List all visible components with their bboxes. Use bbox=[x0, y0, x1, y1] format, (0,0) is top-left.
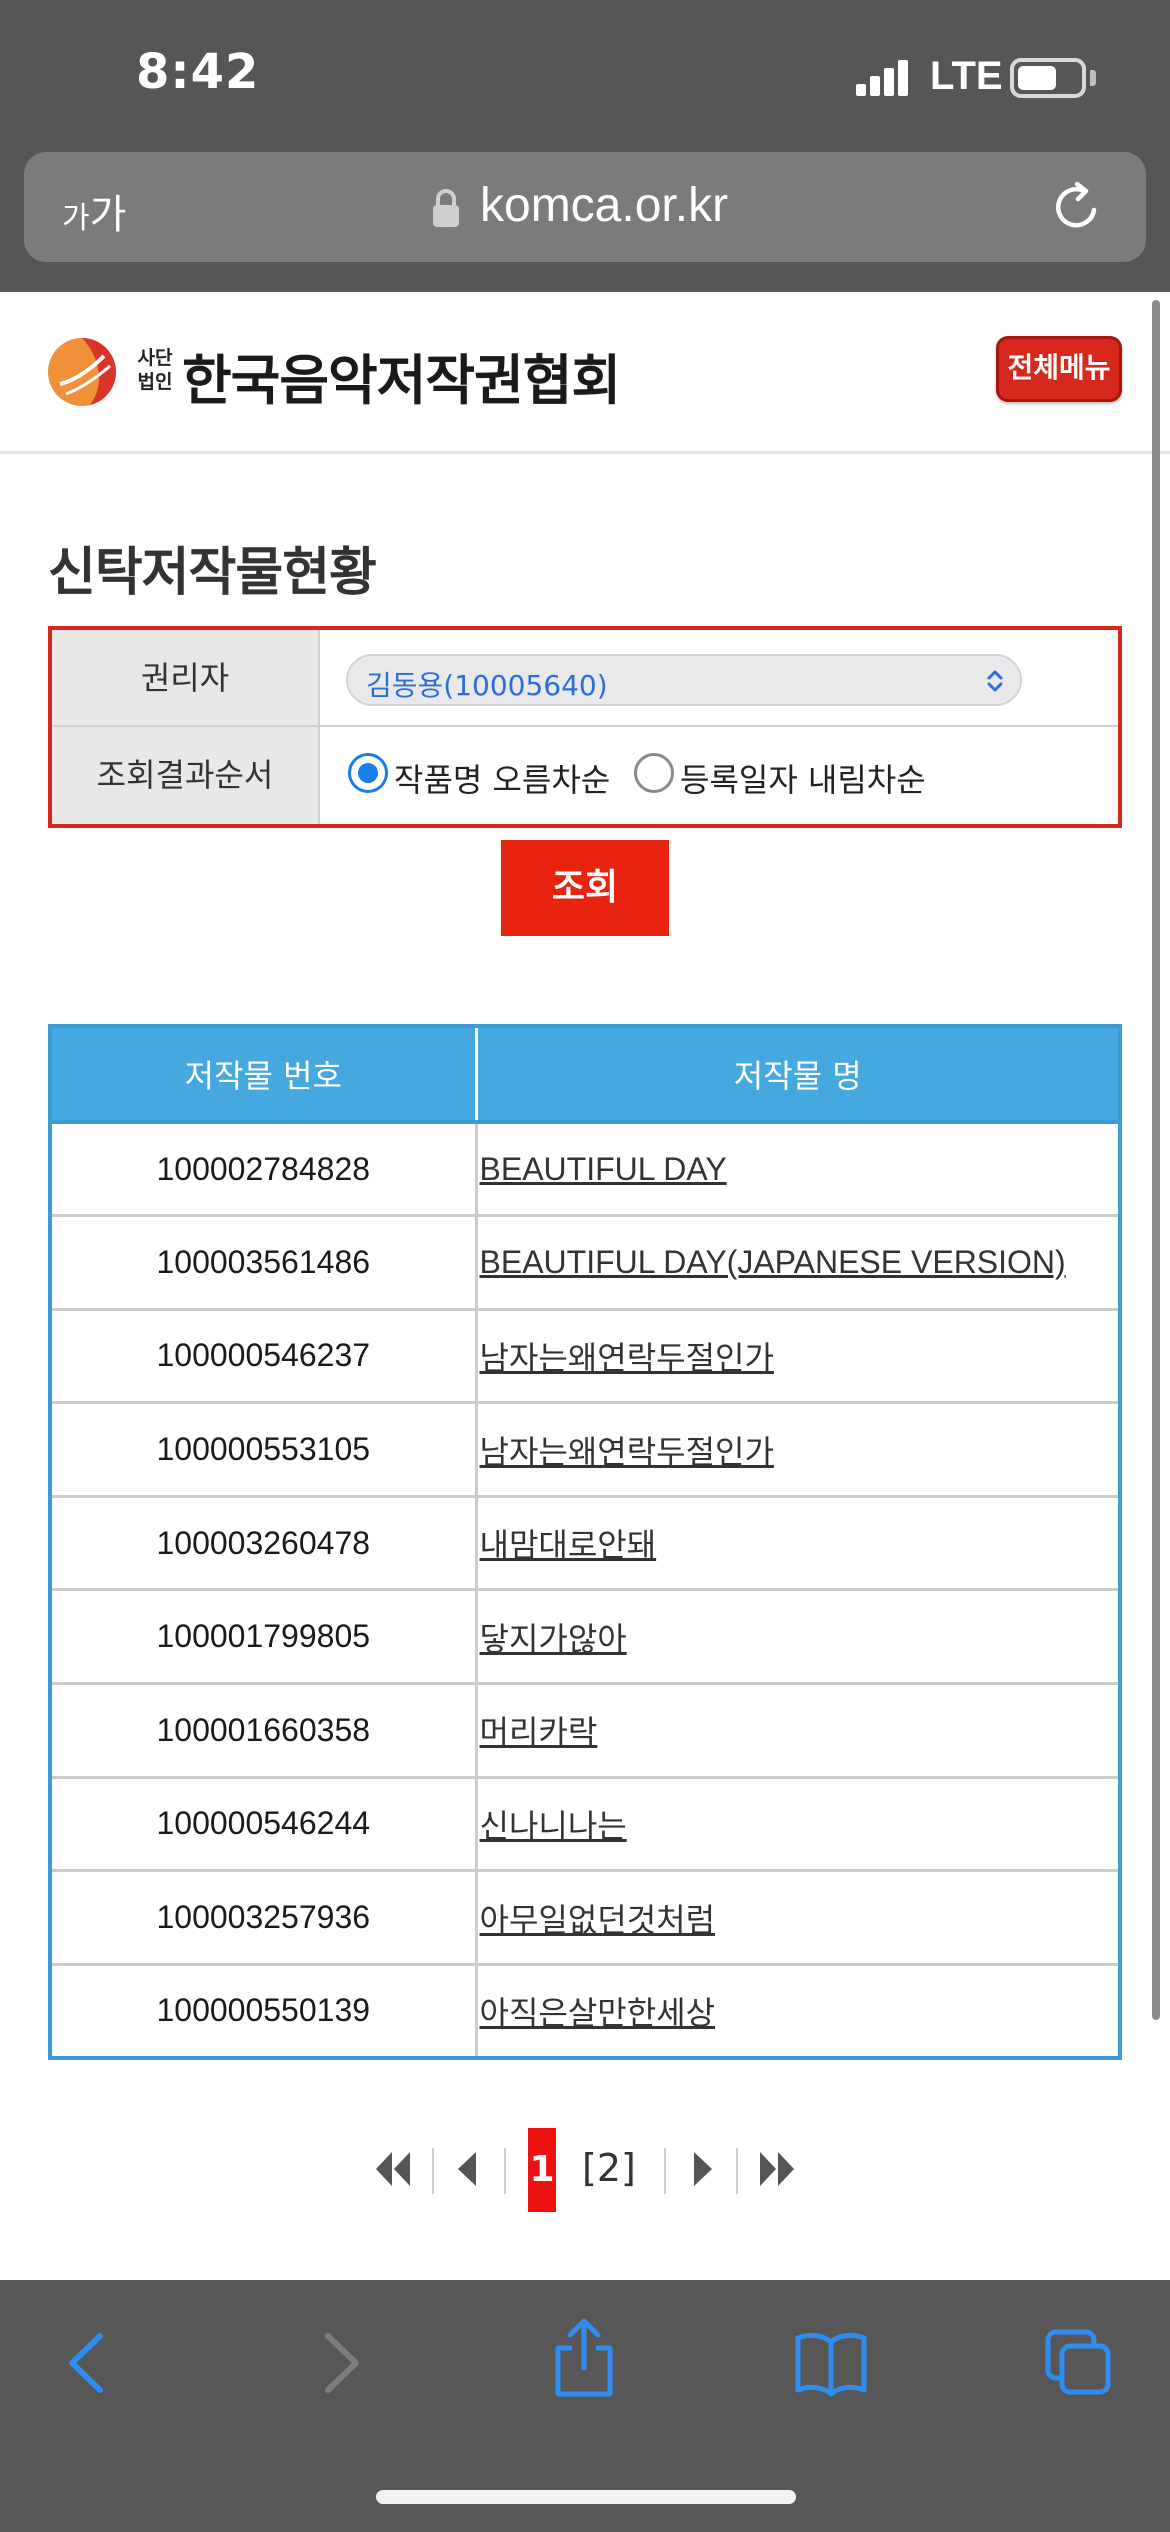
logo-sub-text: 사단 법인 bbox=[132, 346, 178, 394]
tabs-icon[interactable] bbox=[1044, 2328, 1114, 2398]
browser-top-chrome: 8:42 LTE 가가 komca.or.kr bbox=[0, 0, 1170, 292]
text-size-small: 가 bbox=[62, 201, 90, 236]
network-label: LTE bbox=[930, 54, 1003, 98]
work-number: 100002784828 bbox=[50, 1120, 478, 1216]
text-size-button[interactable]: 가가 bbox=[62, 182, 126, 240]
page-current[interactable]: 1 bbox=[528, 2128, 556, 2212]
work-number: 100001799805 bbox=[50, 1588, 478, 1684]
first-page-icon[interactable] bbox=[372, 2144, 412, 2194]
work-title-link[interactable]: 신나니나는 bbox=[480, 1808, 627, 1844]
work-title-cell: 아직은살만한세상 bbox=[476, 1962, 1120, 2058]
work-title-link[interactable]: 내맘대로안돼 bbox=[480, 1527, 657, 1563]
page-link-2[interactable]: [2] bbox=[582, 2146, 636, 2190]
table-row: 100001660358 머리카락 bbox=[50, 1682, 1120, 1778]
signal-icon bbox=[856, 60, 910, 96]
logo-name[interactable]: 한국음악저작권협회 bbox=[182, 336, 621, 415]
next-page-icon[interactable] bbox=[690, 2144, 716, 2194]
work-number: 100000553105 bbox=[50, 1401, 478, 1497]
order-option-title-asc[interactable]: 작품명 오름차순 bbox=[394, 755, 610, 801]
header-work-number: 저작물 번호 bbox=[50, 1026, 476, 1124]
back-icon[interactable] bbox=[62, 2328, 112, 2398]
site-header: 사단 법인 한국음악저작권협회 전체메뉴 bbox=[0, 292, 1170, 454]
order-radio-title-asc[interactable] bbox=[348, 753, 388, 793]
text-size-large: 가 bbox=[89, 192, 127, 238]
work-title-link[interactable]: 남자는왜연락두절인가 bbox=[480, 1340, 774, 1376]
battery-icon bbox=[1010, 58, 1086, 98]
holder-label: 권리자 bbox=[52, 630, 320, 725]
order-row: 조회결과순서 작품명 오름차순 등록일자 내림차순 bbox=[52, 727, 1118, 824]
holder-row: 권리자 김동용(10005640) bbox=[52, 630, 1118, 727]
holder-select[interactable]: 김동용(10005640) bbox=[346, 654, 1022, 706]
pager-separator bbox=[432, 2148, 434, 2194]
table-row: 100003561486 BEAUTIFUL DAY(JAPANESE VERS… bbox=[50, 1214, 1120, 1310]
work-title-link[interactable]: 닿지가않아 bbox=[480, 1621, 627, 1657]
komca-logo-icon[interactable] bbox=[46, 336, 118, 408]
status-time: 8:42 bbox=[136, 44, 260, 100]
work-title-cell: 닿지가않아 bbox=[476, 1588, 1120, 1684]
battery-tip bbox=[1090, 70, 1096, 86]
work-title-cell: BEAUTIFUL DAY(JAPANESE VERSION) bbox=[476, 1214, 1120, 1310]
work-number: 100003257936 bbox=[50, 1869, 478, 1965]
forward-icon[interactable] bbox=[316, 2328, 366, 2398]
results-table: 저작물 번호 저작물 명 100002784828 BEAUTIFUL DAY … bbox=[48, 1024, 1122, 2060]
order-label: 조회결과순서 bbox=[52, 727, 320, 824]
work-title-cell: BEAUTIFUL DAY bbox=[476, 1120, 1120, 1216]
work-title-cell: 아무일없던것처럼 bbox=[476, 1869, 1120, 1965]
order-option-date-desc[interactable]: 등록일자 내림차순 bbox=[680, 755, 926, 801]
work-title-link[interactable]: 남자는왜연락두절인가 bbox=[480, 1434, 774, 1470]
query-button[interactable]: 조회 bbox=[501, 840, 669, 936]
work-number: 100000550139 bbox=[50, 1962, 478, 2058]
reload-icon[interactable] bbox=[1050, 180, 1104, 234]
table-row: 100000546244 신나니나는 bbox=[50, 1775, 1120, 1871]
scroll-indicator bbox=[1152, 300, 1160, 2020]
work-number: 100003561486 bbox=[50, 1214, 478, 1310]
table-row: 100003257936 아무일없던것처럼 bbox=[50, 1869, 1120, 1965]
address-bar[interactable]: 가가 komca.or.kr bbox=[24, 152, 1146, 262]
lock-icon bbox=[433, 189, 459, 227]
work-title-link[interactable]: 아무일없던것처럼 bbox=[480, 1902, 716, 1938]
pager-separator bbox=[664, 2148, 666, 2194]
search-form: 권리자 김동용(10005640) 조회결과순서 작품명 오름차순 등록일자 내… bbox=[48, 626, 1122, 828]
full-menu-button[interactable]: 전체메뉴 bbox=[996, 336, 1122, 402]
work-number: 100001660358 bbox=[50, 1682, 478, 1778]
pager-separator bbox=[504, 2148, 506, 2194]
work-title-link[interactable]: BEAUTIFUL DAY(JAPANESE VERSION) bbox=[480, 1244, 1066, 1280]
work-number: 100003260478 bbox=[50, 1494, 478, 1590]
header-work-title: 저작물 명 bbox=[474, 1026, 1120, 1124]
page-title: 신탁저작물현황 bbox=[48, 543, 377, 603]
logo-sub-line2: 법인 bbox=[137, 371, 173, 393]
table-row: 100001799805 닿지가않아 bbox=[50, 1588, 1120, 1684]
holder-select-value: 김동용(10005640) bbox=[366, 669, 608, 702]
work-number: 100000546244 bbox=[50, 1775, 478, 1871]
table-row: 100000553105 남자는왜연락두절인가 bbox=[50, 1401, 1120, 1497]
table-row: 100003260478 내맘대로안돼 bbox=[50, 1494, 1120, 1590]
table-header-row: 저작물 번호 저작물 명 bbox=[50, 1026, 1120, 1124]
prev-page-icon[interactable] bbox=[454, 2144, 480, 2194]
work-title-cell: 신나니나는 bbox=[476, 1775, 1120, 1871]
order-radio-date-desc[interactable] bbox=[634, 753, 674, 793]
select-chevron-icon bbox=[987, 670, 1003, 692]
logo-sub-line1: 사단 bbox=[137, 347, 173, 369]
home-indicator[interactable] bbox=[376, 2490, 796, 2504]
last-page-icon[interactable] bbox=[758, 2144, 798, 2194]
work-number: 100000546237 bbox=[50, 1307, 478, 1403]
work-title-link[interactable]: 머리카락 bbox=[480, 1714, 598, 1750]
pager-separator bbox=[736, 2148, 738, 2194]
work-title-cell: 남자는왜연락두절인가 bbox=[476, 1401, 1120, 1497]
table-row: 100002784828 BEAUTIFUL DAY bbox=[50, 1120, 1120, 1216]
work-title-cell: 머리카락 bbox=[476, 1682, 1120, 1778]
work-title-cell: 남자는왜연락두절인가 bbox=[476, 1307, 1120, 1403]
url-text[interactable]: komca.or.kr bbox=[480, 178, 728, 233]
work-title-link[interactable]: 아직은살만한세상 bbox=[480, 1995, 716, 2031]
table-row: 100000546237 남자는왜연락두절인가 bbox=[50, 1307, 1120, 1403]
bookmarks-icon[interactable] bbox=[794, 2328, 868, 2398]
work-title-cell: 내맘대로안돼 bbox=[476, 1494, 1120, 1590]
share-icon[interactable] bbox=[552, 2318, 616, 2398]
work-title-link[interactable]: BEAUTIFUL DAY bbox=[480, 1151, 727, 1187]
table-row: 100000550139 아직은살만한세상 bbox=[50, 1962, 1120, 2058]
